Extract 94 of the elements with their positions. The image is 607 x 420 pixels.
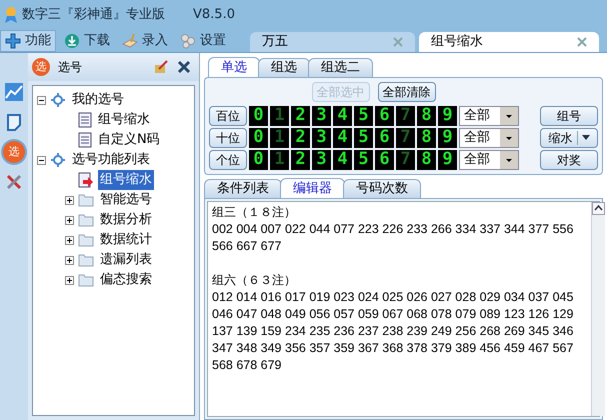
tree-item[interactable]: 数据分析 — [98, 210, 154, 230]
digit-toggle[interactable]: 4 — [333, 150, 352, 170]
digit-toggle[interactable]: 6 — [375, 106, 394, 126]
toolbar-button[interactable]: 下载 — [60, 30, 114, 52]
number-list: 012 014 016 017 019 023 024 025 026 027 028 029 034 037 045 046 047 048 049 056 057 059 067 068 078 079 089 123 126 129 137 139 159 234 235 236 237 238 239 249 256 268 269 345 346 347 348 349 356 357 359 367 368 378 379 389 456 459 467 567 568 678 679 — [212, 289, 587, 374]
pencil-icon[interactable] — [153, 59, 169, 75]
digit-toggle[interactable]: 2 — [291, 150, 310, 170]
scrollbar[interactable] — [591, 202, 605, 416]
panel-title: 选号 — [58, 59, 83, 76]
tab[interactable]: 号码次数 — [343, 179, 421, 198]
pick-badge: 选 — [32, 58, 50, 76]
tree-item[interactable]: 智能选号 — [98, 190, 154, 210]
digit-toggle[interactable]: 0 — [249, 150, 268, 170]
split-button[interactable]: 缩水 — [540, 128, 598, 148]
tree-item[interactable]: 我的选号 — [70, 90, 126, 110]
digit-toggle[interactable]: 5 — [354, 150, 373, 170]
action-button[interactable]: 组号 — [540, 106, 598, 126]
tools-icon[interactable] — [5, 173, 23, 191]
action-button[interactable]: 全部清除 — [378, 82, 436, 102]
digit-toggle[interactable]: 0 — [249, 106, 268, 126]
note-icon[interactable] — [5, 113, 23, 131]
group-title: 组三（１８注） — [212, 204, 297, 221]
filter-dropdown[interactable]: 全部 — [459, 128, 519, 148]
digit-toggle[interactable]: 9 — [438, 106, 457, 126]
folder-icon — [78, 213, 94, 227]
position-button[interactable]: 个位 — [209, 150, 247, 170]
medal-icon — [4, 6, 18, 24]
tree-item[interactable]: 自定义N码 — [96, 130, 162, 150]
digit-toggle[interactable]: 6 — [375, 150, 394, 170]
folder-icon — [78, 233, 94, 247]
expand-icon[interactable] — [65, 216, 74, 224]
action-button[interactable]: 对奖 — [540, 150, 598, 170]
digit-toggle[interactable]: 2 — [291, 106, 310, 126]
position-button[interactable]: 十位 — [209, 128, 247, 148]
expand-icon[interactable] — [65, 196, 74, 204]
window-title: 数字三『彩神通』专业版 — [22, 6, 165, 24]
collapse-icon[interactable] — [37, 96, 46, 104]
scroll-up-icon[interactable] — [592, 202, 605, 215]
digit-toggle[interactable]: 2 — [291, 128, 310, 148]
digit-toggle[interactable]: 3 — [312, 150, 331, 170]
chart-icon[interactable] — [5, 83, 23, 101]
toolbar-button[interactable]: 录入 — [118, 30, 172, 52]
folder-icon — [78, 273, 94, 287]
caret-icon — [582, 135, 590, 141]
tab[interactable]: 单选 — [208, 57, 260, 77]
digit-toggle[interactable]: 6 — [375, 128, 394, 148]
digit-toggle[interactable]: 0 — [249, 128, 268, 148]
tree-item[interactable]: 选号功能列表 — [70, 150, 152, 170]
digit-toggle[interactable]: 5 — [354, 128, 373, 148]
document-icon — [78, 132, 92, 148]
collapse-icon[interactable] — [37, 156, 46, 164]
expand-icon[interactable] — [65, 236, 74, 244]
tree-item[interactable]: 组号缩水 — [98, 170, 154, 190]
document-icon — [78, 112, 92, 128]
tree-item[interactable]: 数据统计 — [98, 230, 154, 250]
document-tab[interactable]: 组号缩水 — [419, 32, 599, 52]
network-icon — [50, 92, 66, 108]
tab[interactable]: 条件列表 — [204, 179, 282, 198]
close-icon[interactable] — [177, 60, 191, 74]
digit-toggle[interactable]: 8 — [417, 150, 436, 170]
folder-icon — [78, 253, 94, 267]
writing-icon — [122, 33, 138, 49]
filter-dropdown[interactable]: 全部 — [459, 150, 519, 170]
version-label: V8.5.0 — [193, 6, 235, 24]
digit-toggle[interactable]: 8 — [417, 128, 436, 148]
digit-toggle[interactable]: 3 — [312, 106, 331, 126]
toolbar-button[interactable]: 设置 — [176, 30, 230, 52]
tab[interactable]: 编辑器 — [280, 178, 345, 198]
gears-icon — [180, 33, 196, 49]
digit-toggle[interactable]: 4 — [333, 128, 352, 148]
plus-icon — [5, 33, 21, 49]
download-icon — [64, 33, 80, 49]
tab[interactable]: 组选 — [258, 58, 310, 77]
digit-toggle[interactable]: 9 — [438, 128, 457, 148]
tab[interactable]: 组选二 — [308, 58, 373, 77]
digit-toggle[interactable]: 8 — [417, 106, 436, 126]
group-title: 组六（６３注） — [212, 272, 297, 289]
number-list: 002 004 007 022 044 077 223 226 233 266 334 337 344 377 556 566 667 677 — [212, 221, 587, 255]
digit-toggle[interactable]: 4 — [333, 106, 352, 126]
expand-icon[interactable] — [65, 256, 74, 264]
document-tab[interactable]: 万五 — [250, 32, 415, 52]
toolbar-button[interactable]: 功能 — [0, 30, 56, 52]
tree-item[interactable]: 偏态搜索 — [98, 270, 154, 290]
filter-dropdown[interactable]: 全部 — [459, 106, 519, 126]
digit-toggle[interactable]: 9 — [438, 150, 457, 170]
digit-toggle[interactable]: 5 — [354, 106, 373, 126]
tree-item[interactable]: 遗漏列表 — [98, 250, 154, 270]
document-arrow-icon — [78, 172, 94, 188]
expand-icon[interactable] — [65, 276, 74, 284]
network-icon — [50, 152, 66, 168]
digit-toggle[interactable]: 3 — [312, 128, 331, 148]
tree-item[interactable]: 组号缩水 — [96, 110, 152, 130]
folder-icon — [78, 193, 94, 207]
position-button[interactable]: 百位 — [209, 106, 247, 126]
